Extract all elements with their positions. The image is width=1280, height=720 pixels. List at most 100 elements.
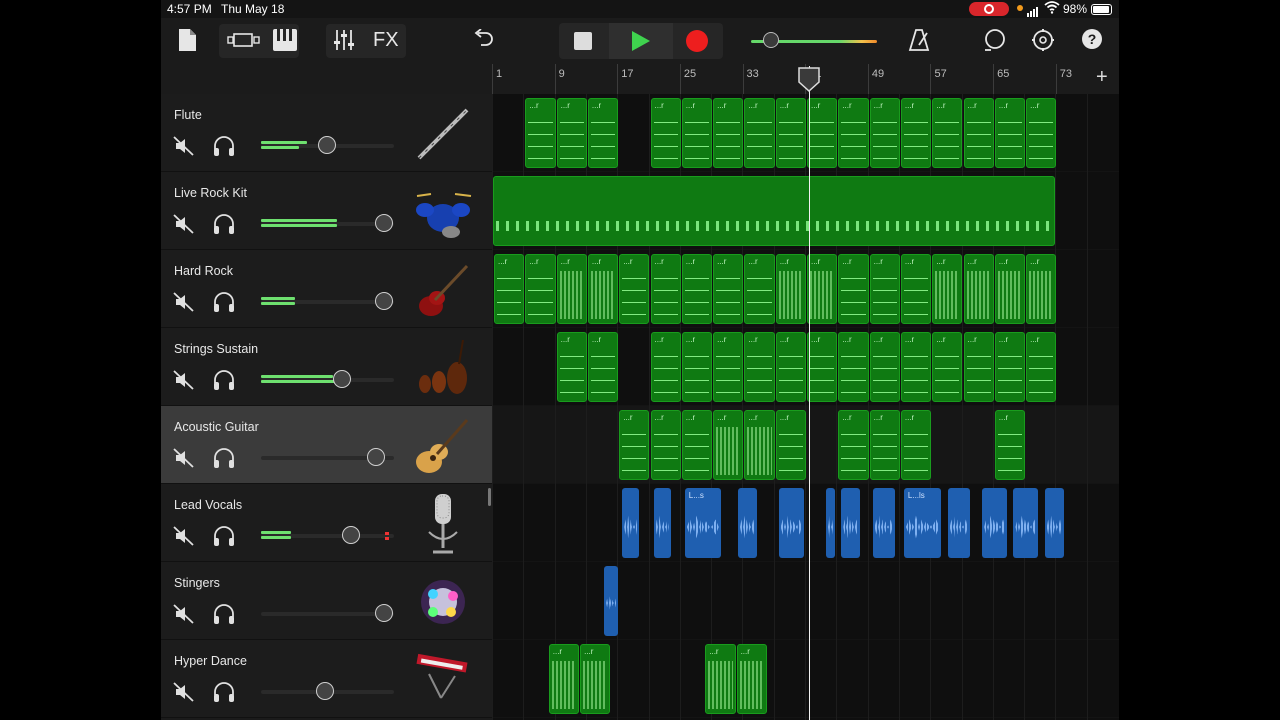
midi-region[interactable]: ...r — [548, 644, 580, 714]
track-header-flute[interactable]: Flute — [161, 94, 492, 172]
volume-knob[interactable] — [367, 448, 385, 466]
midi-region[interactable]: ...r — [869, 254, 900, 324]
midi-region[interactable]: ...r — [681, 98, 713, 168]
track-header-lead-vocals[interactable]: Lead Vocals — [161, 484, 492, 562]
help-icon[interactable]: ? — [1082, 29, 1102, 54]
solo-headphones-icon[interactable] — [212, 681, 236, 703]
volume-knob[interactable] — [375, 604, 393, 622]
midi-region[interactable]: ...r — [736, 644, 767, 714]
play-button[interactable] — [632, 31, 650, 51]
volume-knob[interactable] — [333, 370, 351, 388]
mute-speaker-icon[interactable] — [173, 604, 195, 624]
midi-region[interactable]: ...r — [705, 644, 736, 714]
midi-region[interactable]: ...r — [807, 254, 838, 324]
midi-region[interactable]: ...r — [650, 332, 681, 402]
solo-headphones-icon[interactable] — [212, 603, 236, 625]
audio-region[interactable] — [778, 488, 804, 558]
solo-headphones-icon[interactable] — [212, 135, 236, 157]
midi-region[interactable]: ...r — [900, 98, 932, 168]
volume-knob[interactable] — [375, 292, 393, 310]
track-header-stingers[interactable]: Stingers — [161, 562, 492, 640]
midi-region[interactable]: ...r — [650, 410, 681, 480]
track-header-hard-rock[interactable]: Hard Rock — [161, 250, 492, 328]
volume-knob[interactable] — [375, 214, 393, 232]
electric-guitar-instrument-icon[interactable] — [411, 258, 475, 322]
midi-region[interactable]: ...r — [994, 410, 1026, 480]
midi-region[interactable]: ...r — [744, 98, 775, 168]
undo-icon[interactable] — [472, 28, 494, 54]
solo-headphones-icon[interactable] — [212, 447, 236, 469]
audio-region[interactable] — [738, 488, 757, 558]
track-header-hyper-dance[interactable]: Hyper Dance — [161, 640, 492, 718]
midi-region[interactable]: ...r — [932, 332, 963, 402]
midi-region[interactable]: ...r — [963, 98, 994, 168]
midi-region[interactable]: ...r — [713, 410, 744, 480]
midi-region[interactable]: ...r — [838, 98, 869, 168]
midi-region[interactable]: ...r — [587, 98, 619, 168]
midi-region[interactable]: ...r — [994, 98, 1026, 168]
my-songs-document-icon[interactable] — [177, 28, 197, 57]
midi-region[interactable]: ...r — [713, 254, 744, 324]
midi-region[interactable]: ...r — [807, 332, 838, 402]
stop-button[interactable] — [574, 32, 592, 50]
audio-region[interactable] — [947, 488, 970, 558]
audio-region[interactable] — [653, 488, 671, 558]
midi-region[interactable]: ...r — [900, 254, 932, 324]
audio-region[interactable] — [872, 488, 895, 558]
mute-speaker-icon[interactable] — [173, 526, 195, 546]
track-header-strings-sustain[interactable]: Strings Sustain — [161, 328, 492, 406]
midi-region[interactable]: ...r — [1026, 332, 1057, 402]
midi-region[interactable]: ...r — [580, 644, 611, 714]
midi-region[interactable]: ...r — [900, 410, 932, 480]
microphone-instrument-icon[interactable] — [411, 492, 475, 556]
midi-region[interactable]: ...r — [900, 332, 932, 402]
audio-region[interactable]: L...s — [684, 488, 721, 558]
midi-region[interactable]: ...r — [525, 254, 556, 324]
midi-region[interactable]: ...r — [838, 332, 869, 402]
audio-region[interactable] — [1044, 488, 1064, 558]
audio-region[interactable]: L...ls — [903, 488, 942, 558]
acoustic-guitar-instrument-icon[interactable] — [411, 414, 475, 478]
midi-region[interactable]: ...r — [869, 410, 900, 480]
midi-region[interactable]: ...r — [525, 98, 556, 168]
midi-region[interactable]: ...r — [681, 332, 713, 402]
record-button[interactable] — [686, 30, 708, 52]
midi-region[interactable]: ...r — [775, 98, 806, 168]
mute-speaker-icon[interactable] — [173, 448, 195, 468]
midi-region[interactable]: ...r — [587, 332, 619, 402]
settings-gear-icon[interactable] — [1031, 28, 1055, 57]
loop-browser-icon[interactable] — [983, 28, 1007, 57]
midi-region[interactable]: ...r — [556, 254, 587, 324]
arrangement-area[interactable]: ...r ...r ...r ...r ...r ...r ...r ...r ...r ...r… — [492, 94, 1119, 720]
midi-region[interactable]: ...r — [807, 98, 838, 168]
midi-region[interactable]: ...r — [650, 98, 681, 168]
midi-region[interactable]: ...r — [838, 254, 869, 324]
solo-headphones-icon[interactable] — [212, 213, 236, 235]
mute-speaker-icon[interactable] — [173, 214, 195, 234]
midi-region[interactable]: ...r — [994, 254, 1026, 324]
mute-speaker-icon[interactable] — [173, 292, 195, 312]
midi-region[interactable]: ...r — [994, 332, 1026, 402]
track-header-live-rock-kit[interactable]: Live Rock Kit — [161, 172, 492, 250]
strings-instrument-icon[interactable] — [411, 336, 475, 400]
audio-region[interactable] — [1013, 488, 1039, 558]
audio-region[interactable] — [982, 488, 1008, 558]
synth-keyboard-instrument-icon[interactable] — [411, 648, 475, 712]
mute-speaker-icon[interactable] — [173, 682, 195, 702]
playhead-handle[interactable] — [797, 66, 821, 92]
midi-region[interactable]: ...r — [838, 410, 869, 480]
master-volume-slider[interactable] — [751, 32, 877, 48]
audio-region[interactable] — [622, 488, 640, 558]
midi-region[interactable]: ...r — [932, 254, 963, 324]
track-header-acoustic-guitar[interactable]: Acoustic Guitar — [161, 406, 492, 484]
add-section-button[interactable]: + — [1096, 66, 1108, 89]
drummer-region[interactable] — [493, 176, 1056, 246]
volume-knob[interactable] — [318, 136, 336, 154]
solo-headphones-icon[interactable] — [212, 525, 236, 547]
midi-region[interactable]: ...r — [744, 332, 775, 402]
audio-region[interactable] — [604, 566, 619, 636]
midi-region[interactable]: ...r — [963, 254, 994, 324]
midi-region[interactable]: ...r — [775, 410, 806, 480]
tracks-view-icon[interactable] — [227, 32, 261, 53]
midi-region[interactable]: ...r — [681, 254, 713, 324]
